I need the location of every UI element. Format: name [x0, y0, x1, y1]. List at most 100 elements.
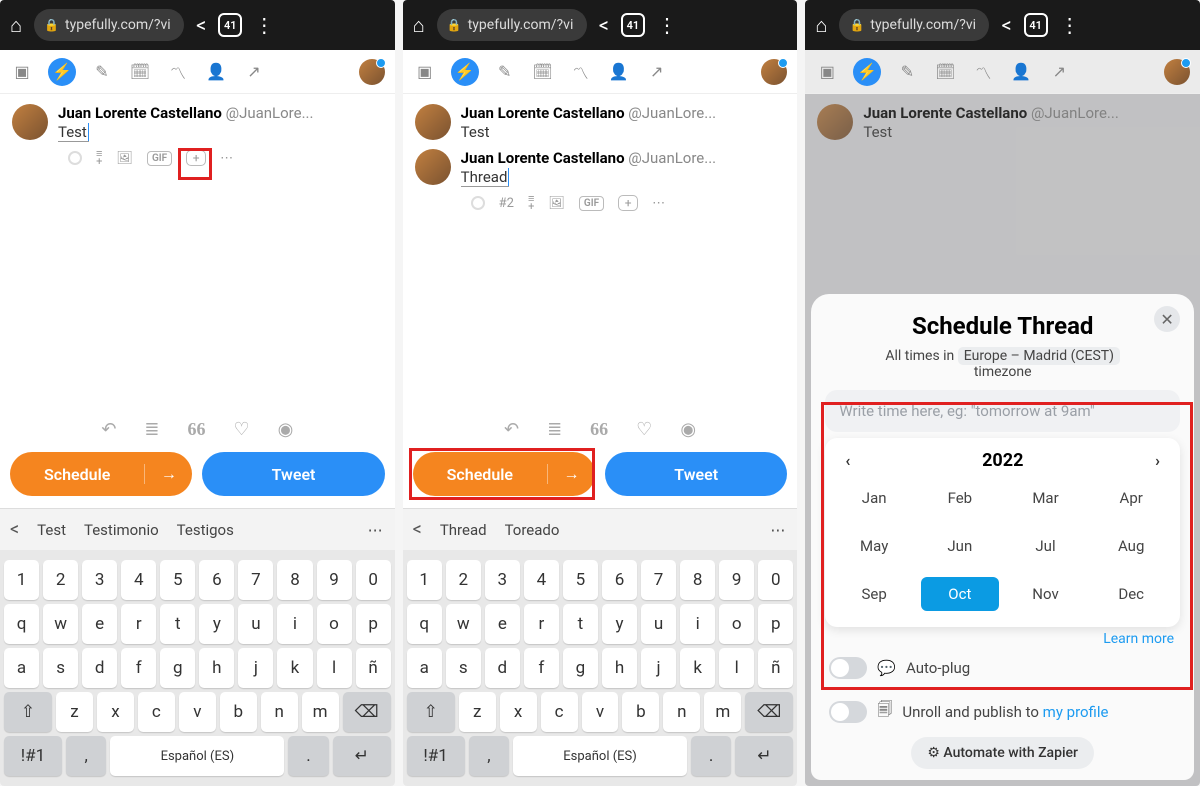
bolt-icon[interactable]: ⚡	[853, 58, 881, 86]
profile-icon[interactable]: 👤	[204, 60, 228, 84]
eye-icon[interactable]: ◉	[680, 419, 696, 440]
eye-icon[interactable]: ◉	[278, 419, 294, 440]
heart-icon[interactable]: ♡	[234, 419, 250, 440]
close-icon[interactable]: ✕	[1154, 306, 1180, 332]
suggestion-2[interactable]: Toreado	[505, 521, 560, 539]
key-a[interactable]: a	[407, 648, 442, 688]
bolt-icon[interactable]: ⚡	[451, 58, 479, 86]
suggestion-2[interactable]: Testimonio	[84, 521, 159, 539]
key-0[interactable]: 0	[758, 560, 793, 600]
key-q[interactable]: q	[4, 604, 39, 644]
key-c[interactable]: c	[541, 692, 578, 732]
key-s[interactable]: s	[446, 648, 481, 688]
suggestion-3[interactable]: Testigos	[177, 521, 234, 539]
compose-text-1[interactable]: Test	[461, 123, 490, 141]
tabs-count[interactable]: 41	[621, 13, 645, 37]
key-h[interactable]: h	[602, 648, 637, 688]
key-2[interactable]: 2	[446, 560, 481, 600]
url-box[interactable]: 🔒 typefully.com/?vi	[34, 9, 184, 41]
key-a[interactable]: a	[4, 648, 39, 688]
key-0[interactable]: 0	[356, 560, 391, 600]
next-year-icon[interactable]: ›	[1155, 451, 1160, 470]
month-sep[interactable]: Sep	[835, 577, 913, 611]
month-nov[interactable]: Nov	[1007, 577, 1085, 611]
quote-icon[interactable]: 66	[188, 419, 206, 440]
backspace-key[interactable]: ⌫	[745, 692, 793, 732]
key-i[interactable]: i	[680, 604, 715, 644]
add-thread-icon[interactable]: ≡+	[528, 195, 534, 210]
key-i[interactable]: i	[277, 604, 312, 644]
key-p[interactable]: p	[758, 604, 793, 644]
space-key[interactable]: Español (ES)	[513, 736, 687, 776]
period-key[interactable]: .	[288, 736, 329, 776]
menu-dots-icon[interactable]: ⋮	[1060, 13, 1080, 37]
analytics-icon[interactable]: 〽	[569, 60, 593, 84]
unroll-toggle[interactable]	[829, 701, 867, 723]
external-link-icon[interactable]: ↗	[242, 60, 266, 84]
symbols-key[interactable]: !#1	[407, 736, 465, 776]
undo-icon[interactable]: ↶	[504, 419, 519, 440]
avatar-menu[interactable]	[1164, 59, 1190, 85]
arrow-right-icon[interactable]: →	[144, 464, 192, 484]
key-e[interactable]: e	[82, 604, 117, 644]
gif-icon[interactable]: GIF	[579, 196, 604, 211]
key-k[interactable]: k	[277, 648, 312, 688]
suggestion-1[interactable]: Test	[37, 521, 66, 539]
key-w[interactable]: w	[43, 604, 78, 644]
profile-icon[interactable]: 👤	[607, 60, 631, 84]
key-7[interactable]: 7	[641, 560, 676, 600]
timezone-chip[interactable]: Europe – Madrid (CEST)	[958, 347, 1120, 365]
key-p[interactable]: p	[356, 604, 391, 644]
month-feb[interactable]: Feb	[921, 481, 999, 515]
key-o[interactable]: o	[719, 604, 754, 644]
month-jul[interactable]: Jul	[1007, 529, 1085, 563]
month-oct[interactable]: Oct	[921, 577, 999, 611]
comma-key[interactable]: ,	[66, 736, 107, 776]
gif-icon[interactable]: GIF	[147, 151, 172, 166]
symbols-key[interactable]: !#1	[4, 736, 62, 776]
key-nn[interactable]: ñ	[758, 648, 793, 688]
month-dec[interactable]: Dec	[1092, 577, 1170, 611]
heart-icon[interactable]: ♡	[636, 419, 652, 440]
month-jun[interactable]: Jun	[921, 529, 999, 563]
zapier-button[interactable]: ⚙ Automate with Zapier	[911, 737, 1094, 769]
profile-icon[interactable]: 👤	[1009, 60, 1033, 84]
key-v[interactable]: v	[582, 692, 619, 732]
arrow-right-icon[interactable]: →	[547, 464, 595, 484]
analytics-icon[interactable]: 〽	[971, 60, 995, 84]
key-z[interactable]: z	[56, 692, 93, 732]
key-u[interactable]: u	[641, 604, 676, 644]
avatar-menu[interactable]	[359, 59, 385, 85]
key-m[interactable]: m	[704, 692, 741, 732]
shift-key[interactable]: ⇧	[4, 692, 52, 732]
suggestions-back-icon[interactable]: <	[10, 519, 19, 540]
month-may[interactable]: May	[835, 529, 913, 563]
key-6[interactable]: 6	[199, 560, 234, 600]
sidebar-icon[interactable]: ▣	[815, 60, 839, 84]
sidebar-icon[interactable]: ▣	[10, 60, 34, 84]
learn-more-link[interactable]: Learn more	[1103, 631, 1174, 647]
calendar-icon[interactable]: 🗓	[128, 60, 152, 84]
shift-key[interactable]: ⇧	[407, 692, 455, 732]
key-nn[interactable]: ñ	[356, 648, 391, 688]
list-num-icon[interactable]: ≣	[144, 419, 159, 440]
analytics-icon[interactable]: 〽	[166, 60, 190, 84]
key-k[interactable]: k	[680, 648, 715, 688]
key-f[interactable]: f	[524, 648, 559, 688]
key-d[interactable]: d	[485, 648, 520, 688]
key-9[interactable]: 9	[719, 560, 754, 600]
add-thread-icon[interactable]: ≡+	[96, 150, 102, 165]
month-jan[interactable]: Jan	[835, 481, 913, 515]
key-d[interactable]: d	[82, 648, 117, 688]
key-t[interactable]: t	[563, 604, 598, 644]
share-icon[interactable]: <	[1001, 13, 1011, 37]
key-y[interactable]: y	[199, 604, 234, 644]
key-5[interactable]: 5	[563, 560, 598, 600]
key-u[interactable]: u	[238, 604, 273, 644]
space-key[interactable]: Español (ES)	[110, 736, 284, 776]
share-icon[interactable]: <	[196, 13, 206, 37]
share-icon[interactable]: <	[599, 13, 609, 37]
tweet-button[interactable]: Tweet	[605, 452, 787, 496]
key-y[interactable]: y	[602, 604, 637, 644]
keyboard[interactable]: 1234567890 qwertyuiop asdfghjklñ ⇧ zxcvb…	[403, 550, 798, 786]
